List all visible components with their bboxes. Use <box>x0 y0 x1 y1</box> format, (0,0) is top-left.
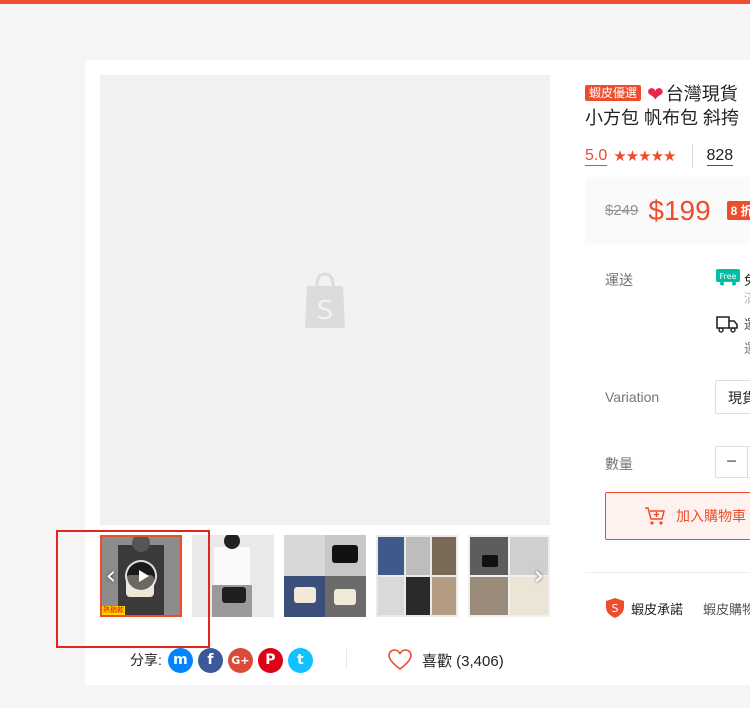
free-shipping-icon: Free <box>716 269 740 286</box>
quantity-stepper: − <box>715 446 750 478</box>
original-price: $249 <box>605 202 639 219</box>
shipping-line-1: 免 <box>744 270 750 289</box>
thumbnail-video[interactable]: 熱銷款 ‹ <box>100 535 182 617</box>
prev-arrow-icon[interactable]: ‹ <box>100 559 122 593</box>
rating-score[interactable]: 5.0 <box>585 147 608 166</box>
thumbnail-4[interactable] <box>376 535 458 617</box>
play-icon[interactable] <box>125 560 157 592</box>
shipping-line-2-sub: 運 <box>744 338 750 357</box>
shield-icon: S <box>606 598 624 618</box>
svg-text:S: S <box>612 602 619 615</box>
title-line-1: 台灣現貨 <box>665 84 738 104</box>
thumbnail-3[interactable] <box>284 535 366 617</box>
twitter-icon[interactable]: t <box>287 647 313 673</box>
shopee-bag-icon: S <box>305 272 345 328</box>
like-count: 喜歡 (3,406) <box>422 652 504 670</box>
svg-text:S: S <box>317 296 334 326</box>
pinterest-icon[interactable]: P <box>257 647 283 673</box>
thumbnail-image <box>192 535 274 617</box>
truck-icon <box>716 316 738 333</box>
quantity-label: 數量 <box>605 456 633 472</box>
thumbnail-5[interactable]: › <box>468 535 550 617</box>
next-arrow-icon[interactable]: › <box>528 559 550 593</box>
review-count[interactable]: 828 <box>706 147 734 166</box>
rating-row: 5.0 ★★★★★ 828 <box>585 144 734 168</box>
variation-label: Variation <box>605 389 660 405</box>
section-divider <box>585 572 750 573</box>
main-product-image[interactable]: S <box>100 75 550 525</box>
guarantee-label[interactable]: 蝦皮承諾 <box>631 599 683 618</box>
title-line-2: 小方包 帆布包 斜挎 <box>585 108 740 128</box>
shipping-line-2: 運 <box>744 314 750 333</box>
add-to-cart-button[interactable]: 加入購物車 <box>605 492 750 540</box>
rating-divider <box>691 144 693 168</box>
product-title: 蝦皮優選 ❤ 台灣現貨 小方包 帆布包 斜挎 <box>585 82 750 130</box>
product-card: S 熱銷款 ‹ › 分享: m f G+ P t 喜歡 (3,406) 蝦皮優選… <box>85 60 750 685</box>
thumbnail-strip: 熱銷款 ‹ › <box>100 535 550 617</box>
thumbnail-badge: 熱銷款 <box>102 606 125 615</box>
star-rating-icon: ★★★★★ <box>613 147 676 165</box>
guarantee-row: S 蝦皮承諾 蝦皮購物 <box>605 597 750 619</box>
shipping-line-1-sub: 滿 <box>744 288 750 307</box>
shipping-label: 運送 <box>605 272 633 288</box>
thumbnail-image <box>284 535 366 617</box>
add-to-cart-label: 加入購物車 <box>676 508 746 524</box>
messenger-icon[interactable]: m <box>167 647 193 673</box>
heart-emoji-icon: ❤ <box>647 82 664 106</box>
product-info-column: 蝦皮優選 ❤ 台灣現貨 小方包 帆布包 斜挎 5.0 ★★★★★ 828 $249 … <box>585 60 750 685</box>
share-row: 分享: m f G+ P t <box>130 645 318 675</box>
top-accent-bar <box>0 0 750 4</box>
quantity-minus-button[interactable]: − <box>716 447 748 477</box>
thumbnail-image <box>376 535 458 617</box>
like-button[interactable]: 喜歡 (3,406) <box>388 645 504 675</box>
facebook-icon[interactable]: f <box>197 647 223 673</box>
discount-badge: 8 折 <box>726 201 750 220</box>
google-plus-icon[interactable]: G+ <box>227 647 253 673</box>
variation-option[interactable]: 現貨 <box>715 380 750 414</box>
mall-badge: 蝦皮優選 <box>585 85 642 101</box>
cart-icon <box>645 507 665 525</box>
share-divider <box>346 649 347 669</box>
thumbnail-2[interactable] <box>192 535 274 617</box>
free-tag-text: Free <box>720 272 737 281</box>
share-label: 分享: <box>130 652 162 668</box>
price-box: $249 $199 8 折 <box>585 177 750 244</box>
current-price: $199 <box>648 194 711 226</box>
heart-outline-icon <box>388 649 412 671</box>
guarantee-second: 蝦皮購物 <box>703 601 750 617</box>
